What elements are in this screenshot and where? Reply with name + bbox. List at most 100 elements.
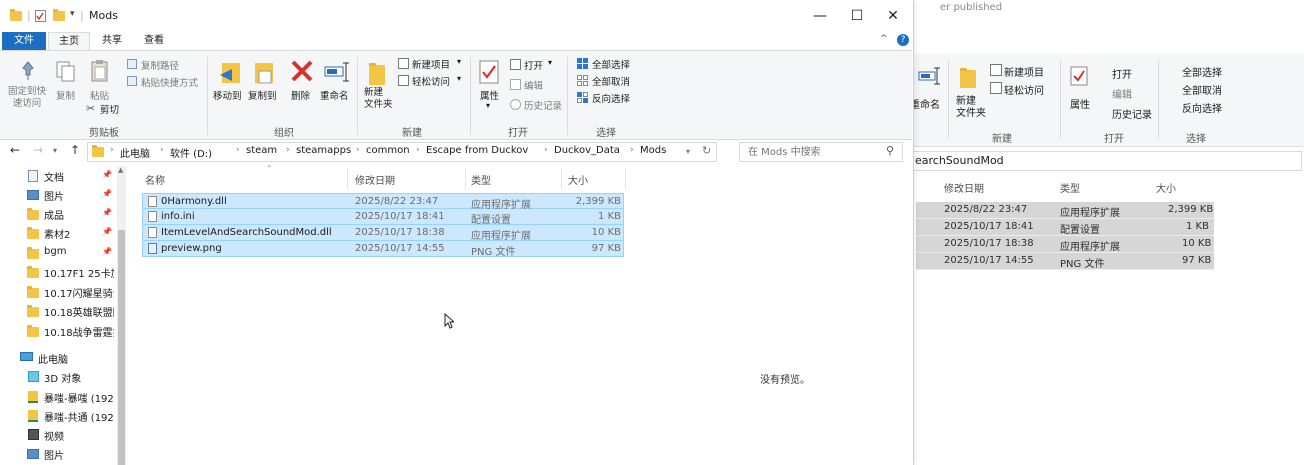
help-icon[interactable]: ? bbox=[897, 34, 909, 46]
background-history-label[interactable]: 历史记录 bbox=[1112, 106, 1152, 121]
paste-shortcut-label[interactable]: 粘贴快捷方式 bbox=[141, 75, 198, 89]
copy-path-icon[interactable] bbox=[127, 59, 137, 69]
select-none-label[interactable]: 全部取消 bbox=[592, 74, 630, 88]
background-new-item-label[interactable]: 新建项目 bbox=[1004, 64, 1044, 79]
paste-label[interactable]: 粘贴 bbox=[90, 88, 109, 102]
breadcrumb-mods[interactable]: Mods bbox=[640, 145, 666, 156]
background-rename-label[interactable]: 重命名 bbox=[910, 96, 940, 111]
navigation-pane-scrollbar[interactable]: ▲ bbox=[117, 166, 126, 465]
delete-label[interactable]: 删除 bbox=[291, 88, 310, 102]
up-button[interactable]: ↑ bbox=[70, 143, 80, 157]
background-col-type[interactable]: 类型 bbox=[1060, 180, 1080, 195]
new-folder-label[interactable]: 新建 文件夹 bbox=[364, 87, 393, 111]
easy-access-dropdown-icon[interactable]: ▾ bbox=[457, 74, 461, 83]
background-address-bar[interactable]: earchSoundMod bbox=[910, 151, 1302, 171]
nav-item-folder[interactable]: 10.18英雄联盟阴 bbox=[0, 302, 116, 320]
nav-item-network-drive[interactable]: 暴嗤-暴嗤 (192. bbox=[0, 388, 116, 406]
nav-item-folder[interactable]: 10.17F1 25卡加 bbox=[0, 263, 116, 281]
breadcrumb-separator[interactable]: › bbox=[236, 145, 240, 155]
history-icon[interactable] bbox=[510, 99, 521, 110]
edit-label[interactable]: 编辑 bbox=[524, 78, 543, 92]
breadcrumb-steam[interactable]: steam bbox=[246, 145, 277, 156]
breadcrumb-separator[interactable]: › bbox=[110, 145, 114, 155]
scroll-up-icon[interactable]: ▲ bbox=[118, 166, 123, 174]
nav-item-folder[interactable]: 素材2 📌 bbox=[0, 224, 116, 242]
background-col-size[interactable]: 大小 bbox=[1156, 180, 1176, 195]
nav-item-pictures[interactable]: 图片 bbox=[0, 445, 116, 463]
properties-dropdown-icon[interactable]: ▾ bbox=[486, 101, 490, 110]
breadcrumb-separator[interactable]: › bbox=[356, 145, 360, 155]
paste-icon[interactable] bbox=[90, 59, 110, 83]
breadcrumb-steamapps[interactable]: steamapps bbox=[296, 145, 351, 156]
address-bar[interactable]: › 此电脑 › 软件 (D:) › steam › steamapps › co… bbox=[87, 142, 717, 162]
search-input[interactable] bbox=[746, 144, 880, 161]
copy-icon[interactable] bbox=[56, 61, 76, 83]
breadcrumb-separator[interactable]: › bbox=[630, 145, 634, 155]
invert-selection-label[interactable]: 反向选择 bbox=[592, 91, 630, 105]
breadcrumb-separator[interactable]: › bbox=[160, 145, 164, 155]
easy-access-icon[interactable] bbox=[990, 82, 1002, 94]
copy-to-label[interactable]: 复制到 bbox=[248, 88, 277, 102]
pinned-icon[interactable]: 📌 bbox=[102, 247, 112, 256]
tab-share[interactable]: 共享 bbox=[92, 32, 132, 50]
background-easy-access-label[interactable]: 轻松访问 bbox=[1004, 82, 1044, 97]
minimize-button[interactable]: — bbox=[803, 0, 837, 32]
breadcrumb-duckov-data[interactable]: Duckov_Data bbox=[554, 145, 620, 156]
nav-item-folder[interactable]: 成品 📌 bbox=[0, 205, 116, 223]
easy-access-icon[interactable] bbox=[398, 75, 409, 86]
cut-label[interactable]: 剪切 bbox=[100, 102, 119, 116]
nav-item-this-pc[interactable]: 此电脑 bbox=[0, 349, 116, 367]
nav-item-folder[interactable]: 10.18战争雷霆技 bbox=[0, 322, 116, 340]
select-none-icon[interactable] bbox=[577, 75, 588, 86]
breadcrumb-separator[interactable]: › bbox=[544, 145, 548, 155]
table-row[interactable]: 0Harmony.dll 2025/8/22 23:47 应用程序扩展 2,39… bbox=[142, 193, 624, 211]
breadcrumb-separator[interactable]: › bbox=[286, 145, 290, 155]
select-all-icon[interactable] bbox=[577, 58, 588, 69]
column-header-size[interactable]: 大小 bbox=[568, 172, 588, 187]
new-item-label[interactable]: 新建项目 bbox=[412, 57, 450, 71]
rename-icon[interactable] bbox=[324, 61, 350, 83]
background-table-row[interactable]: 2025/10/17 18:41 配置设置 1 KB bbox=[916, 219, 1214, 236]
background-table-row[interactable]: 2025/10/17 18:38 应用程序扩展 10 KB bbox=[916, 236, 1214, 253]
copy-to-icon[interactable] bbox=[251, 59, 275, 87]
back-button[interactable]: ← bbox=[10, 143, 20, 157]
edit-icon[interactable] bbox=[510, 79, 521, 90]
copy-label[interactable]: 复制 bbox=[56, 88, 75, 102]
background-invert-label[interactable]: 反向选择 bbox=[1182, 100, 1222, 115]
paste-shortcut-icon[interactable] bbox=[127, 76, 137, 86]
background-open-label[interactable]: 打开 bbox=[1112, 66, 1132, 81]
recent-locations-button[interactable]: ▾ bbox=[53, 146, 57, 155]
pin-quick-access-label[interactable]: 固定到快 速访问 bbox=[8, 86, 46, 110]
pinned-icon[interactable]: 📌 bbox=[102, 189, 112, 198]
delete-icon[interactable] bbox=[291, 60, 313, 82]
search-box[interactable]: ⚲ bbox=[739, 142, 903, 162]
properties-icon[interactable] bbox=[1070, 66, 1088, 86]
properties-quick-icon[interactable] bbox=[35, 10, 46, 22]
copy-path-label[interactable]: 复制路径 bbox=[141, 58, 179, 72]
background-new-folder-label[interactable]: 新建 文件夹 bbox=[956, 96, 986, 120]
search-icon[interactable]: ⚲ bbox=[886, 144, 894, 157]
nav-item-network-drive[interactable]: 暴嗤-共通 (192. bbox=[0, 407, 116, 425]
tab-view[interactable]: 查看 bbox=[134, 32, 174, 50]
pinned-icon[interactable]: 📌 bbox=[102, 170, 112, 179]
new-folder-quick-icon[interactable] bbox=[53, 9, 65, 21]
move-to-icon[interactable] bbox=[218, 59, 242, 87]
tab-file[interactable]: 文件 bbox=[2, 32, 46, 50]
properties-icon[interactable] bbox=[479, 60, 499, 84]
address-dropdown-icon[interactable]: ▾ bbox=[686, 147, 690, 156]
pin-icon[interactable] bbox=[19, 61, 37, 81]
breadcrumb-escape-from-duckov[interactable]: Escape from Duckov bbox=[426, 145, 528, 156]
open-icon[interactable] bbox=[510, 59, 521, 70]
refresh-icon[interactable]: ↻ bbox=[702, 144, 711, 157]
breadcrumb-separator[interactable]: › bbox=[416, 145, 420, 155]
background-select-all-label[interactable]: 全部选择 bbox=[1182, 64, 1222, 79]
column-header-type[interactable]: 类型 bbox=[471, 172, 491, 187]
nav-item-documents[interactable]: 文档 📌 bbox=[0, 167, 116, 185]
move-to-label[interactable]: 移动到 bbox=[213, 88, 242, 102]
scrollbar-thumb[interactable] bbox=[118, 230, 125, 465]
table-row[interactable]: ItemLevelAndSearchSoundMod.dll 2025/10/1… bbox=[142, 225, 624, 242]
new-folder-icon[interactable] bbox=[369, 63, 385, 85]
new-item-dropdown-icon[interactable]: ▾ bbox=[457, 57, 461, 66]
breadcrumb-common[interactable]: common bbox=[366, 145, 410, 156]
collapse-ribbon-icon[interactable]: ^ bbox=[880, 34, 888, 44]
